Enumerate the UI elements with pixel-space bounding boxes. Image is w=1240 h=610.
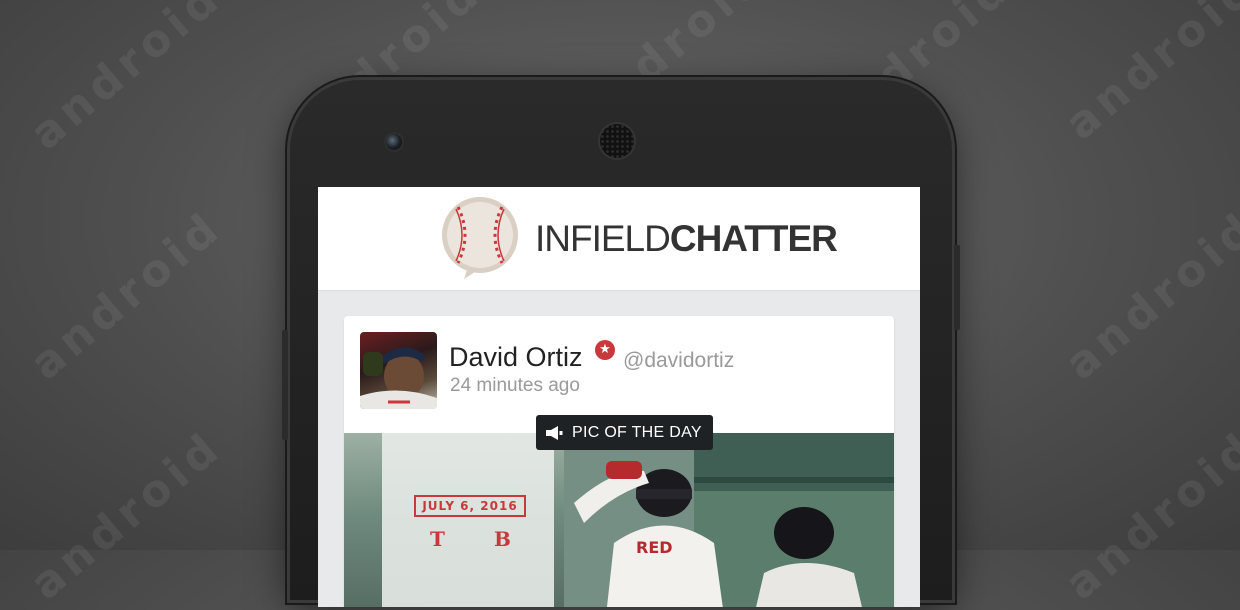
watermark-text: android [20,201,233,390]
scoreboard-panel: JULY 6, 2016 T B [382,433,554,607]
star-badge-icon: ★ [595,340,615,360]
phone-frame: INFIELDCHATTER David Ortiz ★ @davidortiz… [282,80,960,607]
home-team-logo: B [494,527,511,551]
logo-bold-text: CHATTER [669,218,838,259]
baseball-chat-logo-icon [442,197,518,279]
volume-button [282,330,288,440]
watermark-text: android [20,421,233,610]
earpiece-speaker [600,124,634,158]
avatar[interactable] [360,332,437,409]
watermark-text: android [1055,201,1240,390]
author-handle[interactable]: @davidortiz [623,349,734,373]
megaphone-icon [546,425,563,440]
game-date: JULY 6, 2016 [414,495,526,517]
avatar-photo-icon [360,347,437,409]
app-header: INFIELDCHATTER [318,187,920,291]
pic-of-the-day-badge[interactable]: PIC OF THE DAY [536,415,713,450]
watermark-text: android [20,0,233,160]
post-card[interactable]: David Ortiz ★ @davidortiz 24 minutes ago… [344,316,894,607]
app-logo-text[interactable]: INFIELDCHATTER [535,217,838,261]
logo-light-text: INFIELD [535,218,671,259]
app-screen: INFIELDCHATTER David Ortiz ★ @davidortiz… [318,187,920,607]
watermark-text: android [1055,0,1240,150]
post-photo[interactable]: RED JULY 6, 2016 T B [344,433,894,607]
power-button [954,245,960,330]
watermark-text: android [1055,421,1240,610]
front-camera [386,134,402,150]
svg-text:RED: RED [636,538,673,557]
badge-label: PIC OF THE DAY [572,423,702,441]
away-team-logo: T [430,527,445,551]
post-timestamp: 24 minutes ago [450,375,580,396]
author-name[interactable]: David Ortiz [449,342,583,373]
